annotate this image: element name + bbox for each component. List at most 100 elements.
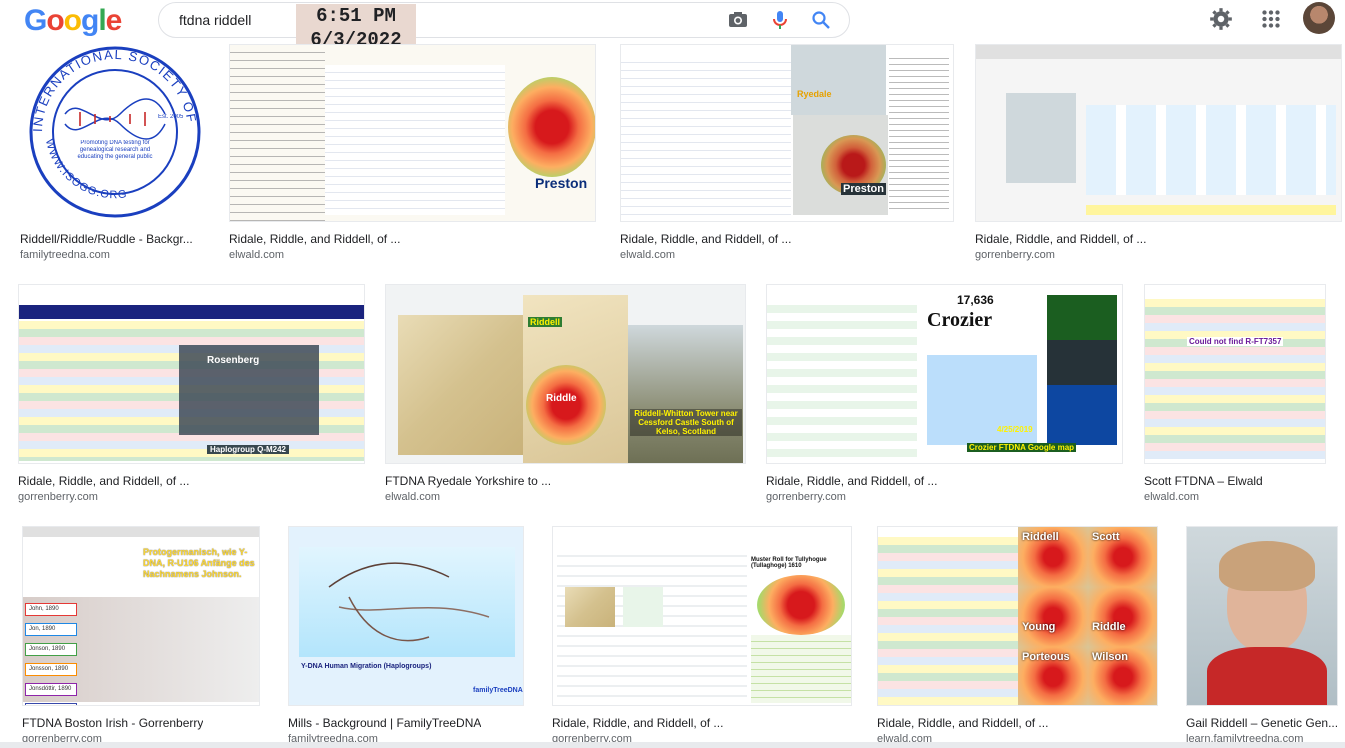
crozier-title: Crozier	[927, 309, 993, 331]
camera-icon[interactable]	[726, 8, 750, 32]
result-source[interactable]: familytreedna.com	[20, 249, 110, 261]
result-title[interactable]: Riddell/Riddle/Ruddle - Backgr...	[20, 232, 210, 246]
result-thumbnail[interactable]: Muster Roll for Tullyhogue (Tullaghoge) …	[552, 526, 852, 706]
tower-photo	[628, 325, 743, 463]
result-tile[interactable]: Could not find R-FT7357 Scott FTDNA – El…	[1144, 284, 1326, 504]
gear-icon[interactable]	[1208, 6, 1234, 32]
johnson-name-item: Jon, 1890	[25, 623, 77, 636]
map-image	[398, 315, 523, 455]
result-title[interactable]: Ridale, Riddle, and Riddell, of ...	[877, 716, 1048, 730]
result-source[interactable]: gorrenberry.com	[18, 491, 98, 503]
crozier-date: 4/25/2019	[997, 425, 1033, 434]
result-thumbnail[interactable]: Y-DNA Human Migration (Haplogroups) fami…	[288, 526, 524, 706]
muster-roll-title: Muster Roll for Tullyhogue (Tullaghoge) …	[751, 557, 827, 569]
heatmap-blob	[526, 365, 606, 445]
result-tile[interactable]: Crozier 17,636 4/25/2019 Crozier FTDNA G…	[766, 284, 1123, 504]
surname-heatmap-grid: Riddell Scott Young Riddle Porteous Wilson	[1018, 527, 1157, 705]
result-thumbnail[interactable]: Preston	[229, 44, 596, 222]
result-source[interactable]: elwald.com	[385, 491, 440, 503]
crozier-count: 17,636	[957, 293, 994, 307]
result-thumbnail[interactable]: Could not find R-FT7357	[1144, 284, 1326, 464]
microphone-icon[interactable]	[768, 8, 792, 32]
result-thumbnail[interactable]: Preston Ryedale	[620, 44, 954, 222]
red-top	[1207, 647, 1327, 705]
result-thumbnail[interactable]: Crozier 17,636 4/25/2019 Crozier FTDNA G…	[766, 284, 1123, 464]
result-tile[interactable]: Gail Riddell – Genetic Gen... learn.fami…	[1186, 526, 1338, 748]
johnson-name-item: Jonson, 1890	[25, 643, 77, 656]
result-tile[interactable]: Preston Ridale, Riddle, and Riddell, of …	[229, 44, 596, 264]
result-tile[interactable]: Preston Ryedale Ridale, Riddle, and Ridd…	[620, 44, 954, 264]
result-title[interactable]: Ridale, Riddle, and Riddell, of ...	[552, 716, 723, 730]
search-icon[interactable]	[809, 8, 833, 32]
result-title[interactable]: Scott FTDNA – Elwald	[1144, 474, 1263, 488]
result-thumbnail[interactable]: Protogermanisch, wie Y-DNA, R-U106 Anfän…	[22, 526, 260, 706]
result-title[interactable]: Ridale, Riddle, and Riddell, of ...	[766, 474, 937, 488]
result-title[interactable]: Ridale, Riddle, and Riddell, of ...	[975, 232, 1146, 246]
rosenberg-label: Rosenberg	[207, 355, 260, 366]
apps-grid-icon[interactable]	[1258, 6, 1284, 32]
logo-letter: o	[63, 4, 82, 37]
isogg-center-text: Promoting DNA testing for genealogical r…	[77, 140, 153, 160]
ydna-migration-title: Y-DNA Human Migration (Haplogroups)	[301, 663, 432, 670]
search-box[interactable]: ftdna riddell	[158, 2, 850, 38]
result-thumbnail[interactable]: Riddell Scott Young Riddle Porteous Wilson	[877, 526, 1158, 706]
result-tile[interactable]: Muster Roll for Tullyhogue (Tullaghoge) …	[552, 526, 852, 748]
result-tile[interactable]: Protogermanisch, wie Y-DNA, R-U106 Anfän…	[22, 526, 260, 748]
result-tile[interactable]: Riddle Riddell Riddell-Whitton Tower nea…	[385, 284, 746, 504]
result-source[interactable]: gorrenberry.com	[766, 491, 846, 503]
result-source[interactable]: elwald.com	[1144, 491, 1199, 503]
johnson-name-item: John, 1890	[25, 603, 77, 616]
result-tile[interactable]: Rosenberg Haplogroup Q-M242 Ridale, Ridd…	[18, 284, 365, 504]
top-bar: Google ftdna riddell 6:51 PM 6/3/2022	[0, 0, 1345, 56]
johnson-name-item: Jonsdóttir, 1890	[25, 683, 77, 696]
result-tile[interactable]: Y-DNA Human Migration (Haplogroups) fami…	[288, 526, 524, 748]
result-tile[interactable]: Ridale, Riddle, and Riddell, of ... gorr…	[975, 44, 1342, 264]
result-title[interactable]: FTDNA Boston Irish - Gorrenberry	[22, 716, 203, 730]
preston-label: Preston	[841, 183, 886, 195]
result-title[interactable]: Gail Riddell – Genetic Gen...	[1186, 716, 1338, 730]
proto-caption: Protogermanisch, wie Y-DNA, R-U106 Anfän…	[143, 547, 255, 579]
preston-label: Preston	[535, 175, 588, 191]
map-image	[791, 45, 886, 115]
text-page	[230, 45, 325, 221]
tower-caption: Riddell-Whitton Tower near Cessford Cast…	[630, 409, 742, 436]
clock-time: 6:51 PM	[316, 5, 396, 27]
result-thumbnail-isogg-logo[interactable]: INTERNATIONAL SOCIETY OF GENETIC GENEALO…	[20, 44, 210, 222]
surname-heat-label: Riddell	[1022, 531, 1059, 543]
result-thumbnail[interactable]	[975, 44, 1342, 222]
logo-letter: e	[105, 4, 123, 37]
result-source[interactable]: elwald.com	[229, 249, 284, 261]
ryedale-label: Ryedale	[797, 89, 832, 99]
crozier-caption: Crozier FTDNA Google map	[967, 443, 1077, 452]
logo-letter: G	[24, 4, 47, 37]
result-source[interactable]: elwald.com	[620, 249, 675, 261]
isogg-est-text: Est. 2005	[158, 114, 184, 120]
google-logo[interactable]: Google	[24, 4, 123, 38]
result-title[interactable]: Ridale, Riddle, and Riddell, of ...	[620, 232, 791, 246]
riddell-map-label: Riddell	[528, 317, 563, 327]
result-thumbnail-portrait[interactable]	[1186, 526, 1338, 706]
horizontal-scrollbar[interactable]	[0, 742, 1345, 748]
heatmap-blob	[508, 77, 595, 177]
surname-heat-cell: Young	[1018, 587, 1088, 647]
result-title[interactable]: Ridale, Riddle, and Riddell, of ...	[229, 232, 400, 246]
logo-letter: o	[46, 4, 64, 37]
result-source[interactable]: gorrenberry.com	[975, 249, 1055, 261]
heatmap-blob	[757, 575, 845, 635]
table-block	[621, 55, 791, 215]
result-title[interactable]: FTDNA Ryedale Yorkshire to ...	[385, 474, 551, 488]
result-thumbnail[interactable]: Riddle Riddell Riddell-Whitton Tower nea…	[385, 284, 746, 464]
surname-heat-cell: Scott	[1088, 527, 1157, 587]
account-avatar[interactable]	[1303, 2, 1335, 34]
logo-letter: l	[98, 4, 106, 37]
result-thumbnail[interactable]: Rosenberg Haplogroup Q-M242	[18, 284, 365, 464]
table-block	[325, 65, 505, 215]
search-input[interactable]: ftdna riddell	[179, 12, 251, 28]
riddle-label: Riddle	[546, 393, 577, 404]
result-tile[interactable]: INTERNATIONAL SOCIETY OF GENETIC GENEALO…	[20, 44, 210, 264]
result-title[interactable]: Ridale, Riddle, and Riddell, of ...	[18, 474, 189, 488]
scott-notfound: Could not find R-FT7357	[1187, 337, 1284, 346]
result-tile[interactable]: Riddell Scott Young Riddle Porteous Wilson Ri…	[877, 526, 1158, 748]
familytreedna-logo: familyTreeDNA	[473, 687, 523, 694]
result-title[interactable]: Mills - Background | FamilyTreeDNA	[288, 716, 481, 730]
